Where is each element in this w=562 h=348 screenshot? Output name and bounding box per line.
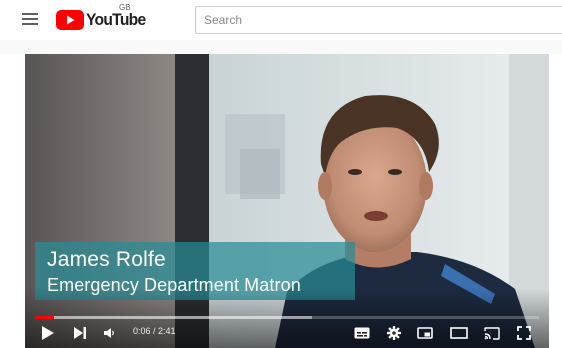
progress-bar[interactable]: [35, 316, 539, 319]
time-display: 0:06 / 2:41: [133, 326, 176, 336]
time-separator: /: [150, 326, 159, 336]
subtitles-icon: [354, 327, 370, 339]
miniplayer-button[interactable]: [414, 322, 436, 344]
menu-icon-line: [22, 18, 38, 20]
logo-wordmark: YouTube: [86, 10, 146, 29]
search-input[interactable]: [195, 6, 562, 34]
masthead: YouTube GB: [0, 0, 562, 40]
settings-button[interactable]: [383, 322, 405, 344]
youtube-logo[interactable]: YouTube: [56, 9, 151, 31]
youtube-watch-page: YouTube GB Search James Rolfe Emergency …: [0, 0, 562, 348]
play-icon: [42, 326, 54, 340]
cast-button[interactable]: [481, 322, 503, 344]
speaker-name: James Rolfe: [47, 248, 166, 271]
theater-mode-button[interactable]: [447, 322, 471, 344]
menu-icon[interactable]: [22, 11, 40, 27]
duration: 2:41: [158, 326, 176, 336]
current-time: 0:06: [133, 326, 151, 336]
fullscreen-button[interactable]: [513, 322, 535, 344]
page-background-strip: [0, 40, 562, 54]
settings-icon: [387, 326, 401, 340]
progress-played: [35, 316, 54, 319]
theater-icon: [450, 327, 468, 339]
menu-icon-line: [22, 13, 38, 15]
menu-icon-line: [22, 23, 38, 25]
cast-icon: [484, 326, 500, 340]
next-icon: [74, 327, 86, 339]
video-player[interactable]: James Rolfe Emergency Department Matron …: [25, 54, 549, 348]
next-button[interactable]: [69, 322, 91, 344]
play-button[interactable]: [37, 322, 59, 344]
fullscreen-icon: [517, 326, 531, 340]
volume-button[interactable]: [99, 322, 121, 344]
miniplayer-icon: [417, 327, 433, 339]
region-code: GB: [119, 3, 131, 12]
subtitles-button[interactable]: [351, 322, 373, 344]
volume-icon: [104, 328, 114, 338]
progress-buffered: [35, 316, 313, 319]
youtube-logo-icon: [56, 10, 84, 30]
